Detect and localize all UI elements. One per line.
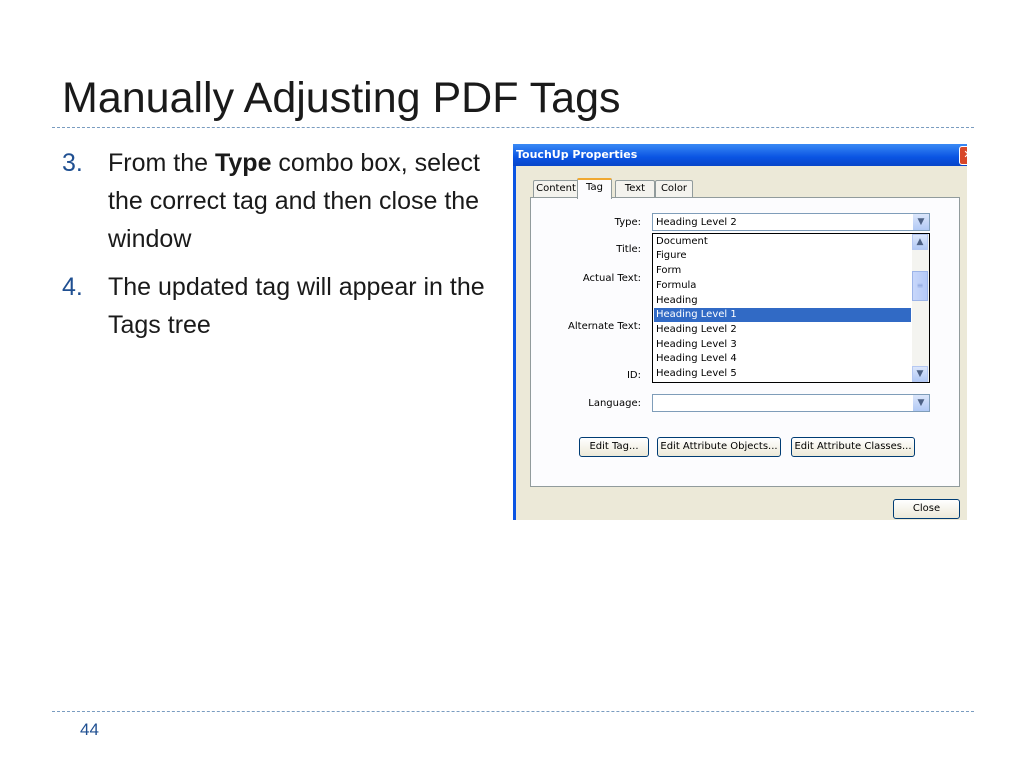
language-label: Language:: [588, 398, 641, 409]
step-number: 4.: [62, 273, 83, 301]
list-item[interactable]: Document: [654, 235, 911, 249]
alternate-text-label: Alternate Text:: [568, 321, 641, 332]
step-text-bold: Type: [214, 149, 272, 177]
tab-color[interactable]: Color: [655, 180, 693, 197]
close-icon[interactable]: ✕: [959, 146, 967, 165]
step-item: 4. The updated tag will appear in the Ta…: [62, 268, 502, 344]
list-item[interactable]: Heading Level 5: [654, 367, 911, 381]
id-label: ID:: [626, 370, 641, 381]
tab-tag[interactable]: Tag: [577, 178, 612, 199]
edit-attribute-classes-button[interactable]: Edit Attribute Classes...: [791, 437, 915, 457]
list-item[interactable]: Heading: [654, 294, 911, 308]
scroll-thumb[interactable]: ≡: [912, 271, 928, 301]
touchup-properties-dialog: TouchUp Properties ✕ Content Tag Text Co…: [513, 144, 967, 520]
slide-title: Manually Adjusting PDF Tags: [62, 74, 621, 122]
title-label: Title:: [616, 244, 641, 255]
list-scrollbar[interactable]: ▲ ≡ ▼: [912, 234, 929, 382]
dialog-frame-left: [513, 166, 516, 520]
list-item[interactable]: Form: [654, 264, 911, 278]
list-item[interactable]: Heading Level 4: [654, 352, 911, 366]
type-combo-value: Heading Level 2: [656, 217, 737, 228]
step-text: The updated tag will appear in the Tags …: [108, 273, 485, 339]
tab-content[interactable]: Content: [533, 180, 579, 197]
dialog-title: TouchUp Properties: [516, 148, 638, 161]
chevron-down-icon[interactable]: ▼: [912, 395, 929, 411]
type-label: Type:: [614, 217, 641, 228]
type-dropdown-list[interactable]: Document Figure Form Formula Heading Hea…: [652, 233, 930, 383]
actual-text-label: Actual Text:: [582, 273, 641, 284]
scroll-down-icon[interactable]: ▼: [912, 366, 928, 382]
footer-divider: [52, 711, 974, 712]
step-item: 3. From the Type combo box, select the c…: [62, 144, 502, 258]
scroll-up-icon[interactable]: ▲: [912, 234, 928, 250]
dialog-titlebar[interactable]: TouchUp Properties ✕: [513, 144, 967, 166]
list-item[interactable]: Formula: [654, 279, 911, 293]
tag-panel: Type: Heading Level 2 ▼ Title: Actual Te…: [530, 197, 960, 487]
step-list: 3. From the Type combo box, select the c…: [62, 144, 502, 354]
step-number: 3.: [62, 149, 83, 177]
page-number: 44: [80, 720, 99, 739]
chevron-down-icon[interactable]: ▼: [912, 214, 929, 230]
edit-tag-button[interactable]: Edit Tag...: [579, 437, 649, 457]
type-combo[interactable]: Heading Level 2 ▼: [652, 213, 930, 231]
tab-text[interactable]: Text: [615, 180, 655, 197]
title-divider: [52, 127, 974, 128]
edit-attribute-objects-button[interactable]: Edit Attribute Objects...: [657, 437, 781, 457]
language-combo[interactable]: ▼: [652, 394, 930, 412]
list-item[interactable]: Heading Level 2: [654, 323, 911, 337]
list-item[interactable]: Heading Level 3: [654, 338, 911, 352]
step-text-pre: From the: [108, 149, 215, 177]
list-item-selected[interactable]: Heading Level 1: [654, 308, 911, 322]
close-button[interactable]: Close: [893, 499, 960, 519]
list-item[interactable]: Figure: [654, 249, 911, 263]
